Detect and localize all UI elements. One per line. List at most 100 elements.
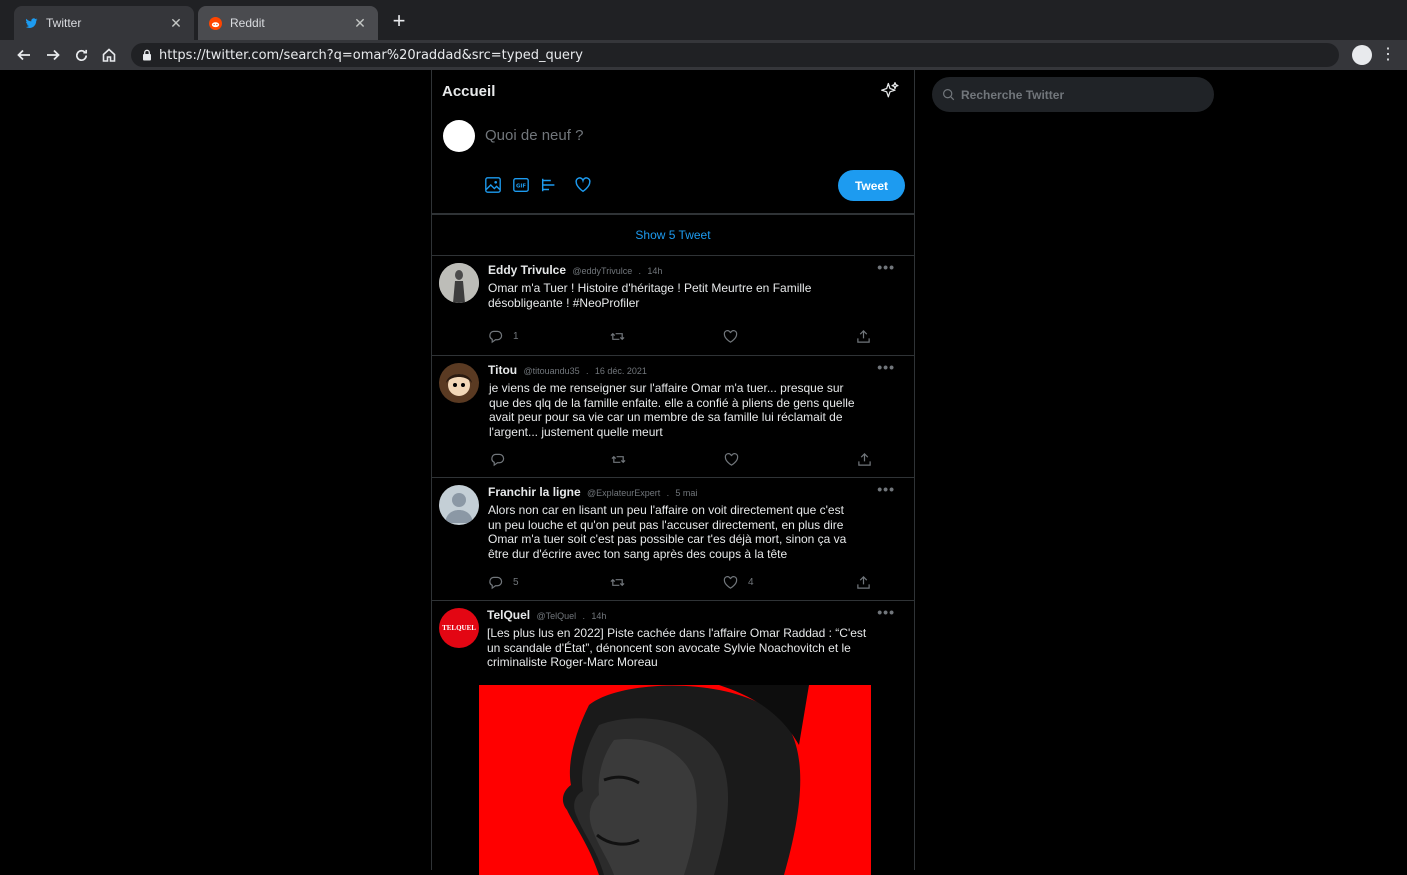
like-count: 4 [748,576,754,588]
tweet-item[interactable]: Titou @titouandu35 . 16 déc. 2021 ••• je… [432,356,914,478]
address-bar[interactable]: https://twitter.com/search?q=omar%20radd… [131,43,1339,67]
author-name[interactable]: Franchir la ligne [488,485,581,499]
share-button[interactable] [856,574,881,590]
user-avatar[interactable] [443,120,475,152]
compose-box: GIF Tweet [432,113,914,214]
tweet-text: [Les plus lus en 2022] Piste cachée dans… [487,626,867,670]
author-name[interactable]: Titou [488,363,517,377]
retweet-icon [610,578,625,586]
tweet-item[interactable]: Franchir la ligne @ExplateurExpert . 5 m… [432,478,914,601]
close-tab-icon[interactable]: ✕ [352,15,368,32]
tweet-image[interactable] [479,685,871,875]
reply-button[interactable] [490,451,515,467]
url-text: https://twitter.com/search?q=omar%20radd… [159,47,583,63]
tab-label: Reddit [230,16,265,30]
tweet-button[interactable]: Tweet [838,170,905,201]
reply-icon [491,453,505,466]
author-handle[interactable]: @ExplateurExpert [587,488,660,498]
reply-count: 5 [513,576,519,588]
search-icon [943,89,955,101]
compose-toolbar: GIF [484,176,592,194]
heart-icon[interactable] [574,176,592,194]
tweet-time[interactable]: 5 mai [675,488,697,498]
tab-twitter[interactable]: Twitter ✕ [14,6,194,40]
timeline-header: Accueil [432,70,914,113]
share-icon [858,452,871,466]
author-handle[interactable]: @TelQuel [536,611,576,621]
share-button[interactable] [857,451,882,467]
more-options-icon[interactable]: ••• [877,259,895,275]
profile-avatar-icon[interactable] [1352,45,1372,65]
new-tab-icon[interactable]: + [388,10,410,32]
share-button[interactable] [856,328,881,344]
more-options-icon[interactable]: ••• [877,359,895,375]
heart-icon [723,329,738,343]
tweet-item[interactable]: Eddy Trivulce @eddyTrivulce . 14h ••• Om… [432,256,914,356]
tweet-actions: 1 [488,328,878,344]
author-name[interactable]: Eddy Trivulce [488,263,566,277]
show-more-tweets[interactable]: Show 5 Tweet [432,214,914,256]
tweet-time[interactable]: 14h [591,611,606,621]
heart-icon [723,575,738,589]
browser-toolbar: https://twitter.com/search?q=omar%20radd… [0,40,1407,70]
tweet-actions [488,451,878,467]
lock-icon [143,49,151,61]
separator-dot: . [666,488,670,498]
tab-reddit[interactable]: Reddit ✕ [198,6,378,40]
reload-icon[interactable] [70,44,92,66]
browser-tabstrip: Twitter ✕ Reddit ✕ + [0,0,1407,40]
author-avatar[interactable]: TELQUEL [439,608,479,648]
separator-dot: . [585,366,589,376]
reply-button[interactable]: 5 [488,574,519,590]
author-avatar[interactable] [439,485,479,525]
tweet-time[interactable]: 16 déc. 2021 [595,366,647,376]
like-button[interactable] [724,451,749,467]
timeline-column: Accueil GIF Tweet Show 5 Tweet Eddy Triv… [431,70,915,875]
author-avatar[interactable] [439,363,479,403]
reply-button[interactable]: 1 [488,328,519,344]
poll-icon[interactable] [540,176,558,194]
more-options-icon[interactable]: ••• [877,604,895,620]
tweet-item[interactable]: TELQUEL TelQuel @TelQuel . 14h ••• [Les … [432,601,914,875]
tweet-meta: Titou @titouandu35 . 16 déc. 2021 [488,363,647,377]
tweet-meta: TelQuel @TelQuel . 14h [487,608,606,622]
like-button[interactable] [723,328,748,344]
like-button[interactable]: 4 [723,574,754,590]
tweet-text: Alors non car en lisant un peu l'affaire… [488,503,847,561]
author-handle[interactable]: @titouandu35 [523,366,579,376]
compose-input[interactable] [485,127,885,144]
search-input[interactable] [961,87,1201,102]
reply-icon [489,576,503,589]
retweet-icon [611,455,626,463]
retweet-button[interactable] [611,451,636,467]
portrait-illustration [479,685,871,875]
search-box[interactable] [932,77,1214,112]
tweet-time[interactable]: 14h [647,266,662,276]
svg-text:GIF: GIF [516,184,526,190]
browser-menu-icon[interactable]: ⋮ [1380,44,1396,66]
avatar-logo-text: TELQUEL [442,624,476,632]
reply-count: 1 [513,330,519,342]
reply-icon [489,330,503,343]
page-title: Accueil [442,83,496,100]
back-arrow-icon[interactable] [13,44,35,66]
close-tab-icon[interactable]: ✕ [168,15,184,32]
retweet-button[interactable] [610,328,635,344]
home-icon[interactable] [98,44,120,66]
tab-label: Twitter [46,16,82,30]
share-icon [857,329,870,343]
more-options-icon[interactable]: ••• [877,481,895,497]
gif-icon[interactable]: GIF [512,176,530,194]
share-icon [857,575,870,589]
author-avatar[interactable] [439,263,479,303]
heart-icon [724,452,739,466]
retweet-button[interactable] [610,574,635,590]
image-icon[interactable] [484,176,502,194]
sparkle-icon[interactable] [880,81,900,101]
tweet-meta: Eddy Trivulce @eddyTrivulce . 14h [488,263,662,277]
forward-arrow-icon[interactable] [42,44,64,66]
tweet-meta: Franchir la ligne @ExplateurExpert . 5 m… [488,485,697,499]
author-name[interactable]: TelQuel [487,608,530,622]
author-handle[interactable]: @eddyTrivulce [572,266,632,276]
separator-dot: . [582,611,585,621]
